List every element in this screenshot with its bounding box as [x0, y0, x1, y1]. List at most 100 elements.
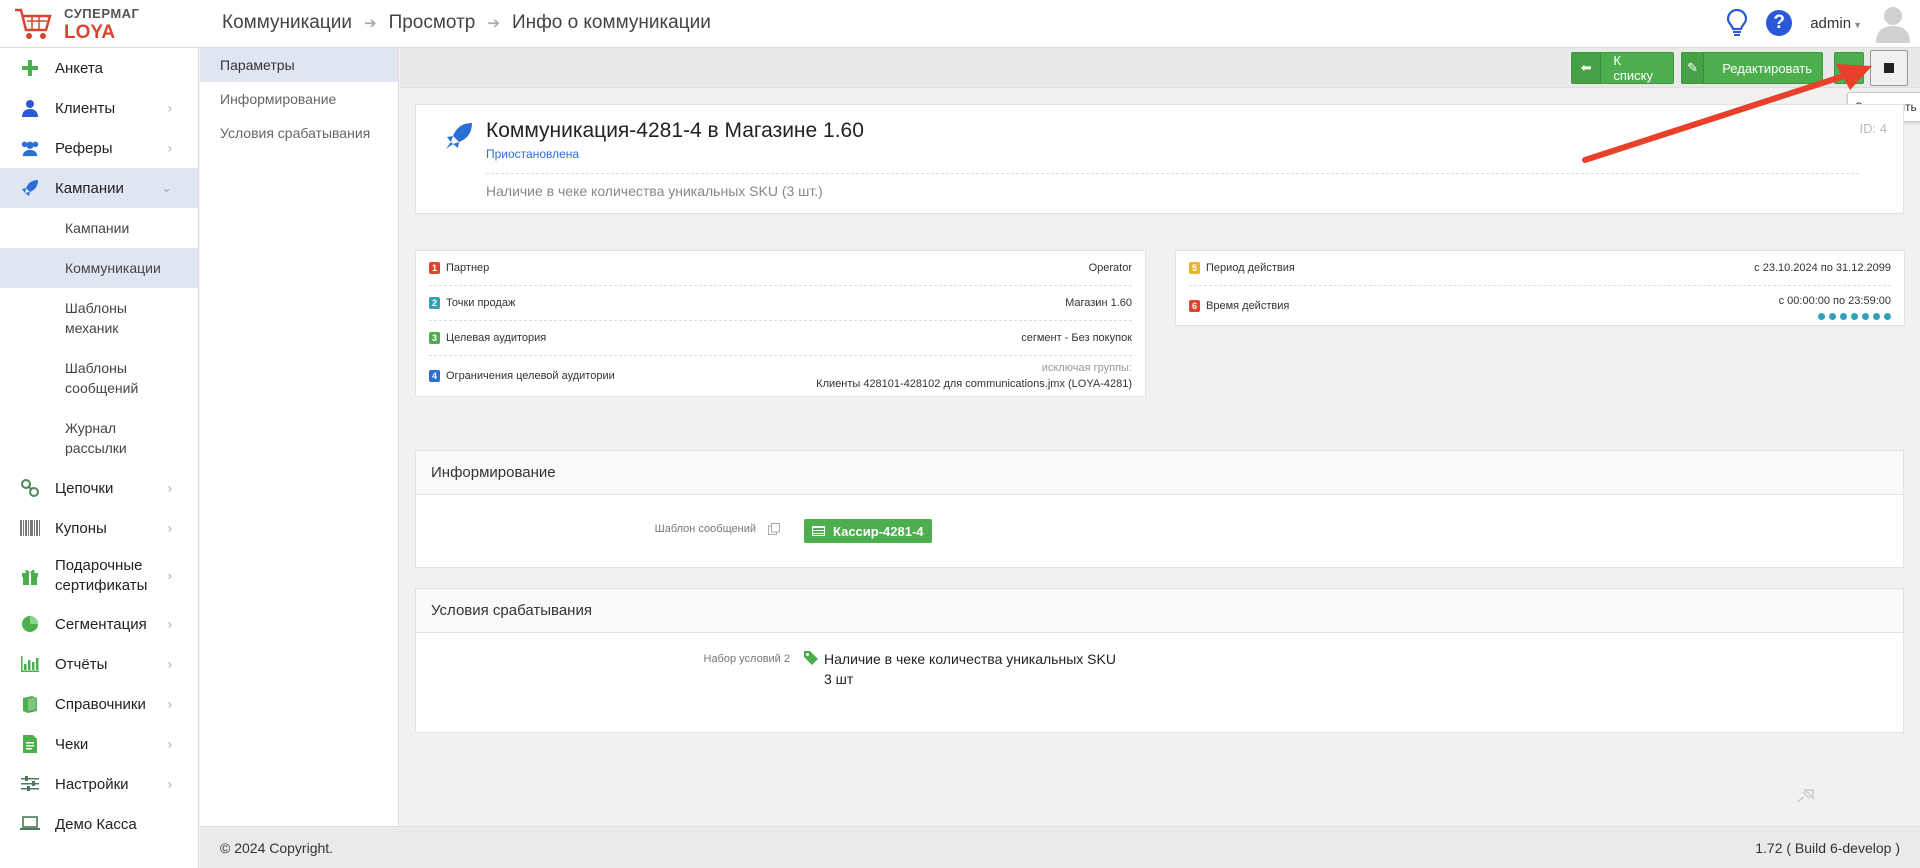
sidebar-item-clients[interactable]: Клиенты › [0, 88, 198, 128]
condition-line-2: 3 шт [824, 671, 854, 687]
sidebar-item-settings[interactable]: Настройки › [0, 764, 198, 804]
breadcrumb-item-communications[interactable]: Коммуникации [222, 12, 352, 34]
sidebar-item-reports[interactable]: Отчёты › [0, 644, 198, 684]
sidebar-item-gift-certificates[interactable]: Подарочные сертификаты › [0, 548, 198, 604]
copy-icon[interactable] [768, 523, 780, 535]
sidebar-subitem-mechanic-templates[interactable]: Шаблоны механик [0, 288, 198, 348]
sidebar-item-receipts[interactable]: Чеки › [0, 724, 198, 764]
version-info: 1.72 ( Build 6-develop ) [1755, 839, 1900, 856]
pin-icon[interactable] [1795, 788, 1817, 804]
sidebar-item-anketa[interactable]: Анкета [0, 48, 198, 88]
chevron-right-icon: › [167, 520, 172, 536]
section-tab-conditions[interactable]: Условия срабатывания [200, 116, 398, 150]
sidebar-subitem-mailing-log[interactable]: Журнал рассылки [0, 408, 198, 468]
param-value: с 00:00:00 по 23:59:00 [1778, 294, 1891, 307]
play-button[interactable]: ▶ [1834, 52, 1864, 84]
chevron-right-icon: › [167, 616, 172, 632]
param-value: сегмент - Без покупок [1021, 332, 1132, 344]
chevron-right-icon: › [167, 140, 172, 156]
weekday-dots [1818, 312, 1891, 320]
chevron-right-icon: › [167, 776, 172, 792]
sidebar-item-segmentation[interactable]: Сегментация › [0, 604, 198, 644]
breadcrumb: Коммуникации ➔ Просмотр ➔ Инфо о коммуни… [222, 0, 711, 46]
avatar[interactable] [1874, 3, 1912, 43]
caret-down-icon: ▼ [1853, 19, 1862, 30]
sidebar-item-chains[interactable]: Цепочки › [0, 468, 198, 508]
param-number: 1 [429, 262, 440, 274]
sliders-icon [20, 774, 40, 794]
sidebar-item-label: Анкета [55, 59, 103, 77]
page-section-nav: Параметры Информирование Условия срабаты… [200, 48, 399, 826]
param-number: 2 [429, 297, 440, 309]
sidebar-item-campaigns[interactable]: Кампании ⌄ [0, 168, 198, 208]
help-icon[interactable]: ? [1766, 10, 1793, 36]
param-value: Клиенты 428101-428102 для communications… [816, 378, 1132, 390]
lightbulb-icon[interactable] [1726, 8, 1748, 38]
book-icon [20, 694, 40, 714]
communication-description: Наличие в чеке количества уникальных SKU… [486, 183, 823, 199]
receipt-icon [20, 734, 40, 754]
sidebar-item-demo-register[interactable]: Демо Касса [0, 804, 198, 844]
top-bar: СУПЕРМАГ LOYA Коммуникации ➔ Просмотр ➔ … [0, 0, 1920, 48]
back-to-list-button[interactable]: ⬅ К списку [1571, 52, 1674, 84]
copyright: © 2024 Copyright. [220, 839, 334, 856]
sidebar-subitem-message-templates[interactable]: Шаблоны сообщений [0, 348, 198, 408]
breadcrumb-item-view[interactable]: Просмотр [389, 12, 476, 34]
weekday-dot [1829, 312, 1836, 320]
sidebar-item-label: Клиенты [55, 99, 116, 117]
param-row-period: 5 Период действия с 23.10.2024 по 31.12.2… [1189, 251, 1891, 286]
pencil-icon: ✎ [1682, 53, 1705, 83]
sidebar-item-coupons[interactable]: Купоны › [0, 508, 198, 548]
sidebar-item-label: Купоны [55, 519, 107, 537]
stop-button[interactable] [1870, 50, 1908, 86]
sidebar-item-label: Справочники [55, 695, 146, 713]
param-value-note: исключая группы: [1041, 362, 1132, 374]
chevron-right-icon: › [167, 736, 172, 752]
sidebar-subitem-communications[interactable]: Коммуникации [0, 248, 198, 288]
message-template-label: Шаблон сообщений [654, 523, 756, 535]
message-template-button[interactable]: Кассир-4281-4 [804, 519, 932, 543]
bar-chart-icon [20, 654, 40, 674]
sidebar-subitem-label: Журнал рассылки [65, 420, 127, 456]
sidebar-item-label: Цепочки [55, 479, 114, 497]
condition-line-1: Наличие в чеке количества уникальных SKU [824, 651, 1116, 667]
param-number: 6 [1189, 300, 1200, 312]
sidebar-item-label: Сегментация [55, 615, 147, 633]
param-row-points-of-sale: 2 Точки продаж Магазин 1.60 [429, 286, 1132, 321]
pie-chart-icon [20, 614, 40, 634]
edit-button[interactable]: ✎ Редактировать [1681, 52, 1823, 84]
sidebar-subitem-campaigns[interactable]: Кампании [0, 208, 198, 248]
app-logo[interactable]: СУПЕРМАГ LOYA [12, 3, 198, 45]
plus-icon [20, 58, 40, 78]
weekday-dot [1818, 312, 1825, 320]
chevron-right-icon: › [167, 696, 172, 712]
footer: © 2024 Copyright. 1.72 ( Build 6-develop… [200, 826, 1920, 868]
toolbar: ⬅ К списку ✎ Редактировать ▶ Завершить [400, 48, 1920, 122]
param-label: Ограничения целевой аудитории [446, 370, 615, 382]
communication-status: Приостановлена [486, 147, 580, 161]
sidebar-item-references[interactable]: Справочники › [0, 684, 198, 724]
rocket-icon [446, 123, 472, 149]
cart-logo-icon [15, 8, 52, 39]
param-row-partner: 1 Партнер Operator [429, 251, 1132, 286]
informing-title: Информирование [416, 451, 1903, 495]
sidebar-subitem-label: Шаблоны сообщений [65, 360, 139, 396]
edit-button-label: Редактировать [1722, 60, 1812, 76]
param-label: Партнер [446, 262, 490, 274]
chevron-right-icon: › [167, 656, 172, 672]
users-icon [20, 138, 40, 158]
chevron-right-icon: › [167, 480, 172, 496]
user-menu[interactable]: admin ▼ [1810, 15, 1862, 32]
section-tab-informing[interactable]: Информирование [200, 82, 398, 116]
sidebar-item-referrers[interactable]: Реферы › [0, 128, 198, 168]
chevron-right-icon: › [167, 568, 172, 583]
chevron-down-icon: ⌄ [161, 180, 172, 195]
informing-card: Информирование Шаблон сообщений Кассир-4… [415, 450, 1904, 568]
sidebar-item-label: Отчёты [55, 655, 108, 673]
weekday-dot [1873, 312, 1880, 320]
section-tab-parameters[interactable]: Параметры [200, 48, 398, 82]
divider [486, 173, 1859, 174]
weekday-dot [1851, 312, 1858, 320]
laptop-icon [20, 814, 40, 834]
sidebar-item-label: Подарочные сертификаты [55, 557, 148, 594]
